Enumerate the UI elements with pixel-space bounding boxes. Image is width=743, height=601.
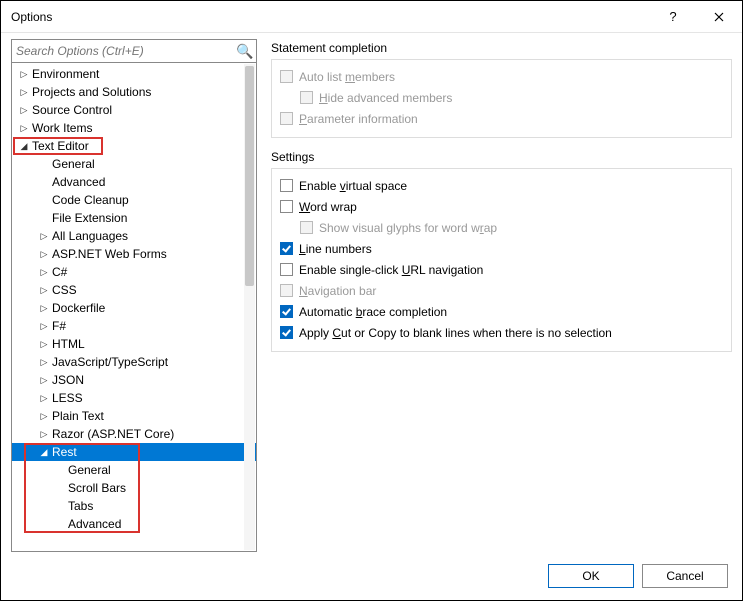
tree-item-json[interactable]: ▷JSON <box>12 371 256 389</box>
search-icon[interactable]: 🔍 <box>234 43 256 60</box>
settings-panel: Statement completion Auto list members H… <box>257 39 732 552</box>
window-title: Options <box>11 10 650 24</box>
opt-hide-advanced: Hide advanced members <box>280 87 723 108</box>
opt-virtual-space[interactable]: Enable virtual space <box>280 175 723 196</box>
tree-item-alllang[interactable]: ▷All Languages <box>12 227 256 245</box>
close-button[interactable] <box>696 1 742 33</box>
checkbox-icon[interactable] <box>280 263 293 276</box>
tree-item-plain[interactable]: ▷Plain Text <box>12 407 256 425</box>
collapse-icon[interactable]: ◢ <box>38 443 50 461</box>
tree-item-razor[interactable]: ▷Razor (ASP.NET Core) <box>12 425 256 443</box>
expand-icon[interactable]: ▷ <box>18 101 30 119</box>
checkbox-icon[interactable] <box>280 242 293 255</box>
checkbox-icon[interactable] <box>280 326 293 339</box>
checkbox-icon <box>280 112 293 125</box>
search-box[interactable]: 🔍 <box>11 39 257 63</box>
opt-word-wrap[interactable]: Word wrap <box>280 196 723 217</box>
opt-blank-lines[interactable]: Apply Cut or Copy to blank lines when th… <box>280 322 723 343</box>
opt-line-numbers[interactable]: Line numbers <box>280 238 723 259</box>
expand-icon[interactable]: ▷ <box>18 119 30 137</box>
tree-item-csharp[interactable]: ▷C# <box>12 263 256 281</box>
tree-item-sourcecontrol[interactable]: ▷Source Control <box>12 101 256 119</box>
scrollbar-thumb[interactable] <box>245 66 254 286</box>
opt-brace-completion[interactable]: Automatic brace completion <box>280 301 723 322</box>
checkbox-icon <box>280 284 293 297</box>
left-pane: 🔍 ▷Environment ▷Projects and Solutions ▷… <box>11 39 257 552</box>
dialog-footer: OK Cancel <box>1 552 742 600</box>
expand-icon[interactable]: ▷ <box>18 65 30 83</box>
tree-item-texteditor[interactable]: ◢Text Editor <box>12 137 256 155</box>
expand-icon[interactable]: ▷ <box>38 389 50 407</box>
expand-icon[interactable]: ▷ <box>38 371 50 389</box>
tree-item-html[interactable]: ▷HTML <box>12 335 256 353</box>
expand-icon[interactable]: ▷ <box>38 227 50 245</box>
titlebar: Options ? <box>1 1 742 33</box>
tree-item-fileext[interactable]: File Extension <box>12 209 256 227</box>
search-input[interactable] <box>12 42 234 60</box>
tree-item-projects[interactable]: ▷Projects and Solutions <box>12 83 256 101</box>
opt-auto-list-members: Auto list members <box>280 66 723 87</box>
collapse-icon[interactable]: ◢ <box>18 137 30 155</box>
dialog-body: 🔍 ▷Environment ▷Projects and Solutions ▷… <box>1 33 742 552</box>
ok-button[interactable]: OK <box>548 564 634 588</box>
group-box-settings: Enable virtual space Word wrap Show visu… <box>271 168 732 352</box>
expand-icon[interactable]: ▷ <box>38 335 50 353</box>
group-box-statement: Auto list members Hide advanced members … <box>271 59 732 138</box>
opt-single-click-url[interactable]: Enable single-click URL navigation <box>280 259 723 280</box>
tree-item-codecleanup[interactable]: Code Cleanup <box>12 191 256 209</box>
tree-item-less[interactable]: ▷LESS <box>12 389 256 407</box>
checkbox-icon <box>300 221 313 234</box>
checkbox-icon[interactable] <box>280 200 293 213</box>
expand-icon[interactable]: ▷ <box>38 317 50 335</box>
opt-glyphs: Show visual glyphs for word wrap <box>280 217 723 238</box>
group-settings: Settings <box>271 150 732 164</box>
group-statement-completion: Statement completion <box>271 41 732 55</box>
opt-nav-bar: Navigation bar <box>280 280 723 301</box>
tree-item-rest-scroll[interactable]: Scroll Bars <box>12 479 256 497</box>
cancel-button[interactable]: Cancel <box>642 564 728 588</box>
close-icon <box>714 12 724 22</box>
tree-item-rest-advanced[interactable]: Advanced <box>12 515 256 533</box>
expand-icon[interactable]: ▷ <box>18 83 30 101</box>
expand-icon[interactable]: ▷ <box>38 425 50 443</box>
opt-param-info: Parameter information <box>280 108 723 129</box>
checkbox-icon <box>300 91 313 104</box>
tree-item-rest[interactable]: ◢Rest <box>12 443 256 461</box>
help-button[interactable]: ? <box>650 1 696 33</box>
checkbox-icon <box>280 70 293 83</box>
checkbox-icon[interactable] <box>280 179 293 192</box>
tree-item-rest-tabs[interactable]: Tabs <box>12 497 256 515</box>
tree-item-advanced[interactable]: Advanced <box>12 173 256 191</box>
expand-icon[interactable]: ▷ <box>38 407 50 425</box>
tree-item-environment[interactable]: ▷Environment <box>12 65 256 83</box>
options-dialog: Options ? 🔍 ▷Environment ▷Projects and S… <box>0 0 743 601</box>
expand-icon[interactable]: ▷ <box>38 263 50 281</box>
tree-item-aspweb[interactable]: ▷ASP.NET Web Forms <box>12 245 256 263</box>
checkbox-icon[interactable] <box>280 305 293 318</box>
expand-icon[interactable]: ▷ <box>38 281 50 299</box>
tree-item-workitems[interactable]: ▷Work Items <box>12 119 256 137</box>
expand-icon[interactable]: ▷ <box>38 299 50 317</box>
expand-icon[interactable]: ▷ <box>38 245 50 263</box>
options-tree[interactable]: ▷Environment ▷Projects and Solutions ▷So… <box>11 63 257 552</box>
tree-item-rest-general[interactable]: General <box>12 461 256 479</box>
tree-item-fsharp[interactable]: ▷F# <box>12 317 256 335</box>
tree-scrollbar[interactable] <box>244 64 255 550</box>
tree-item-general[interactable]: General <box>12 155 256 173</box>
tree-item-docker[interactable]: ▷Dockerfile <box>12 299 256 317</box>
tree-item-css[interactable]: ▷CSS <box>12 281 256 299</box>
tree-item-jsts[interactable]: ▷JavaScript/TypeScript <box>12 353 256 371</box>
expand-icon[interactable]: ▷ <box>38 353 50 371</box>
